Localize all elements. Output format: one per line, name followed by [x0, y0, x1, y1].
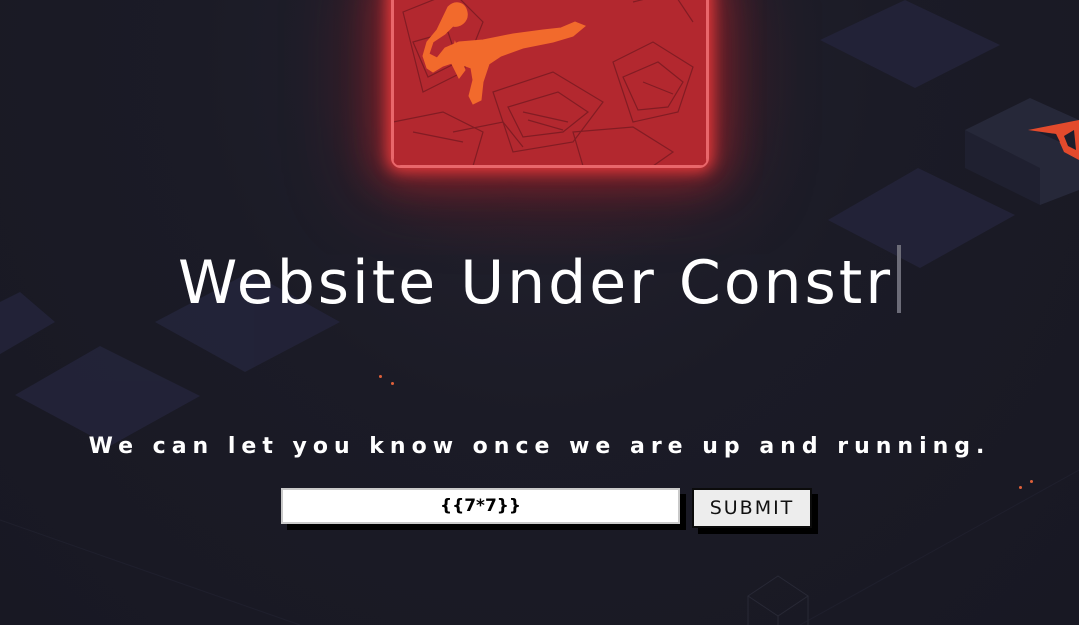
- ember-particle: [379, 375, 382, 378]
- ember-particle: [391, 382, 394, 385]
- page-title-text: Website Under Constr: [177, 248, 894, 318]
- notify-form: SUBMIT: [281, 488, 812, 532]
- submit-button[interactable]: SUBMIT: [692, 488, 812, 528]
- fighter-illustration-icon: [393, 0, 707, 166]
- email-input[interactable]: [281, 488, 680, 524]
- page-subtitle: We can let you know once we are up and r…: [88, 434, 991, 459]
- page-title: Website Under Constr: [0, 240, 1079, 326]
- page-background: Website Under Constr We can let you know…: [0, 0, 1079, 625]
- typing-cursor: [897, 245, 902, 313]
- ember-particle: [1019, 486, 1022, 489]
- brand-triangle-logo-icon: [1028, 120, 1079, 160]
- ember-particle: [1030, 480, 1033, 483]
- hero-illustration: [391, 0, 709, 168]
